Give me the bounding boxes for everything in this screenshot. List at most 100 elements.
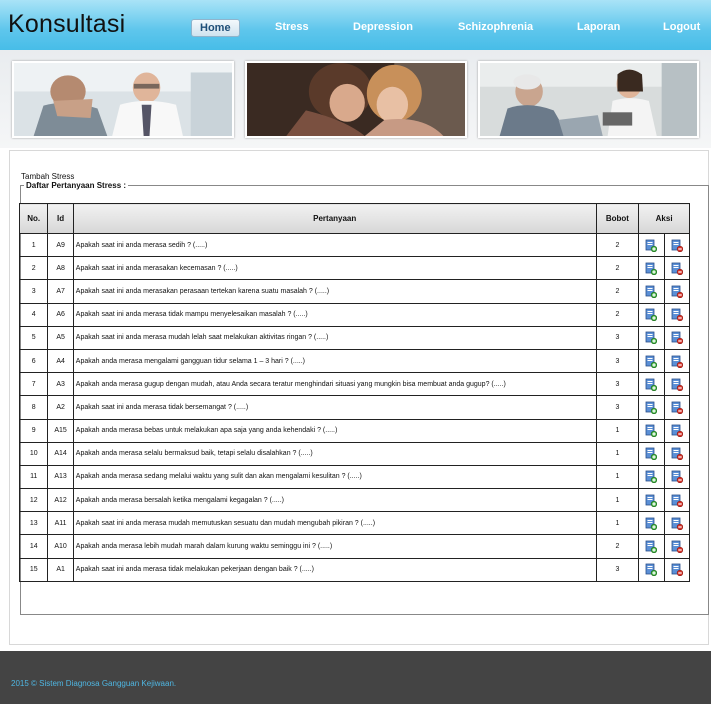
table-row: 14 A10 Apakah anda merasa lebih mudah mara… [18,534,691,559]
cell-edit [638,441,665,466]
nav-schizophrenia[interactable]: Schizophrenia [458,19,533,35]
delete-icon[interactable] [671,517,683,530]
question-table: No. Id Pertanyaan Bobot Aksi 1 A9 Apakah s… [18,203,691,582]
cell-id: A11 [47,511,74,536]
delete-icon[interactable] [671,540,683,554]
edit-icon[interactable] [645,447,658,461]
footer: 2015 © Sistem Diagnosa Gangguan Kejiwaan… [0,651,711,704]
edit-icon[interactable] [645,355,658,368]
cell-delete [663,302,691,327]
edit-icon[interactable] [645,285,658,298]
cell-weight: 3 [595,348,640,374]
delete-icon[interactable] [671,331,683,345]
edit-icon[interactable] [645,262,658,275]
cell-weight: 2 [595,534,640,559]
cell-weight: 3 [595,395,640,420]
edit-icon[interactable] [645,517,658,530]
delete-icon[interactable] [671,401,683,414]
cell-question: Apakah saat ini anda merasakan perasaan … [72,279,597,304]
cell-no: 6 [18,348,49,374]
nav-laporan[interactable]: Laporan [577,19,620,35]
delete-icon[interactable] [671,262,683,275]
table-row: 5 A5 Apakah saat ini anda merasa mudah lel… [18,325,691,350]
cell-edit [638,511,665,536]
edit-icon[interactable] [645,470,658,484]
cell-weight: 2 [595,302,640,327]
cell-weight: 1 [595,441,640,466]
cell-question: Apakah anda merasa selalu bermaksud baik… [72,441,597,466]
nav-logout[interactable]: Logout [663,19,700,35]
edit-icon[interactable] [645,401,658,414]
cell-edit [638,325,665,350]
table-row: 12 A12 Apakah anda merasa bersalah ketika … [18,488,691,513]
delete-icon[interactable] [671,308,683,322]
cell-no: 4 [18,302,49,327]
question-list-legend: Daftar Pertanyaan Stress : [26,181,127,190]
cell-edit [638,395,665,420]
table-row: 7 A3 Apakah anda merasa gugup dengan mudah… [18,372,691,397]
cell-delete [663,418,691,443]
edit-icon[interactable] [645,308,658,322]
cell-delete [663,511,691,536]
nav-depression[interactable]: Depression [353,19,413,35]
delete-icon[interactable] [671,378,683,391]
nav-home[interactable]: Home [191,19,240,37]
banner-photo-comfort [245,61,467,138]
cell-question: Apakah saat ini anda merasa sedih ? (...… [72,232,597,258]
delete-icon[interactable] [671,494,683,507]
cell-delete [663,279,691,304]
table-row: 6 A4 Apakah anda merasa mengalami gangguan… [18,348,691,374]
cell-delete [663,325,691,350]
nav-stress[interactable]: Stress [275,19,309,35]
cell-edit [638,232,665,258]
table-header-row: No. Id Pertanyaan Bobot Aksi [18,203,690,234]
cell-question: Apakah anda merasa bersalah ketika menga… [72,488,597,513]
cell-id: A7 [47,279,74,304]
delete-icon[interactable] [671,239,683,252]
cell-no: 10 [18,441,49,466]
delete-icon[interactable] [671,563,683,577]
cell-id: A1 [47,557,74,582]
cell-no: 3 [18,279,49,304]
cell-question: Apakah saat ini anda merasa mudah memutu… [72,511,597,536]
edit-icon[interactable] [645,563,658,577]
edit-icon[interactable] [645,378,658,391]
cell-edit [638,256,665,281]
header-no: No. [18,203,49,234]
delete-icon[interactable] [671,355,683,368]
table-row: 2 A8 Apakah saat ini anda merasakan kecema… [18,256,691,281]
cell-id: A3 [47,372,74,397]
cell-weight: 2 [595,232,640,258]
cell-weight: 1 [595,511,640,536]
cell-delete [663,464,691,490]
delete-icon[interactable] [671,285,683,298]
banner [0,50,711,148]
delete-icon[interactable] [671,424,683,438]
cell-weight: 1 [595,418,640,443]
table-row: 1 A9 Apakah saat ini anda merasa sedih ? (… [18,232,691,258]
cell-weight: 3 [595,325,640,350]
cell-delete [663,557,691,582]
delete-icon[interactable] [671,470,683,484]
edit-icon[interactable] [645,239,658,252]
cell-edit [638,534,665,559]
edit-icon[interactable] [645,331,658,345]
cell-no: 12 [18,488,49,513]
edit-icon[interactable] [645,540,658,554]
cell-question: Apakah anda merasa lebih mudah marah dal… [72,534,597,559]
delete-icon[interactable] [671,447,683,461]
cell-id: A5 [47,325,74,350]
edit-icon[interactable] [645,494,658,507]
edit-icon[interactable] [645,424,658,438]
cell-weight: 1 [595,464,640,490]
cell-id: A12 [47,488,74,513]
header: Konsultasi Home Stress Depression Schizo… [0,0,711,50]
cell-id: A8 [47,256,74,281]
header-weight: Bobot [595,203,640,234]
cell-no: 5 [18,325,49,350]
cell-delete [663,395,691,420]
main-nav: Home Stress Depression Schizophrenia Lap… [0,19,711,37]
add-stress-link[interactable]: Tambah Stress [21,172,74,181]
cell-edit [638,418,665,443]
cell-weight: 2 [595,279,640,304]
